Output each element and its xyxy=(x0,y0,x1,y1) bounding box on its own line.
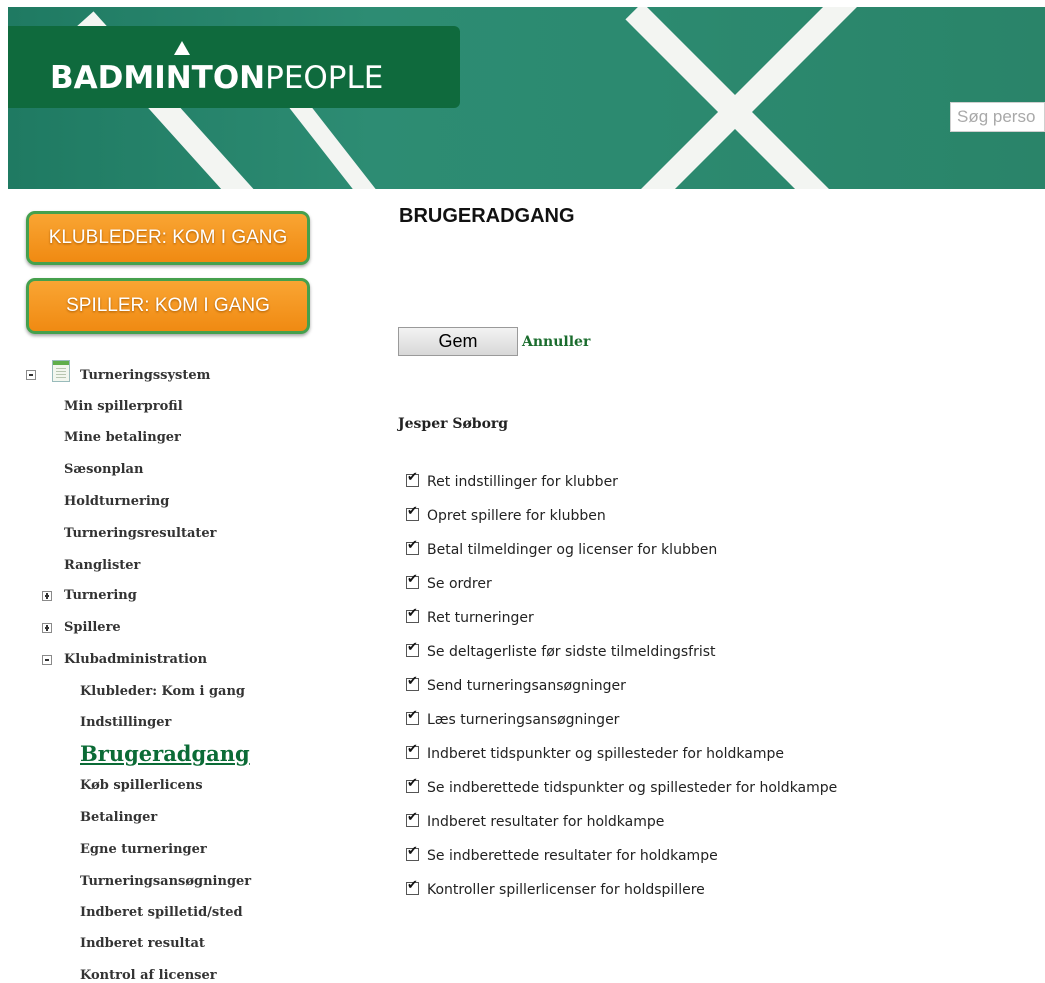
shuttlecock-icon xyxy=(174,41,190,55)
permission-label: Kontroller spillerlicenser for holdspill… xyxy=(427,882,705,898)
sidebar-item-mine-betalinger[interactable]: Mine betalinger xyxy=(64,430,181,445)
permission-row[interactable]: Betal tilmeldinger og licenser for klubb… xyxy=(406,538,717,558)
sidebar-item-min-spillerprofil[interactable]: Min spillerprofil xyxy=(64,399,183,414)
logo-light-text: PEOPLE xyxy=(265,60,384,96)
player-get-started-button[interactable]: SPILLER: KOM I GANG xyxy=(26,278,310,334)
collapse-toggle-icon[interactable] xyxy=(42,655,52,665)
permission-checkbox[interactable] xyxy=(406,742,419,759)
tree-root-turneringssystem[interactable]: Turneringssystem xyxy=(80,368,210,383)
permission-checkbox[interactable] xyxy=(406,640,419,657)
save-button[interactable]: Gem xyxy=(398,327,518,356)
sidebar-item-turneringsresultater[interactable]: Turneringsresultater xyxy=(64,526,217,541)
permission-row[interactable]: Læs turneringsansøgninger xyxy=(406,708,619,728)
sidebar-item-saesonplan[interactable]: Sæsonplan xyxy=(64,462,143,477)
expand-toggle-icon[interactable] xyxy=(42,591,52,601)
sidebar-item-turnering[interactable]: Turnering xyxy=(64,588,137,603)
permission-label: Ret indstillinger for klubber xyxy=(427,474,618,490)
permission-label: Ret turneringer xyxy=(427,610,534,626)
permission-row[interactable]: Kontroller spillerlicenser for holdspill… xyxy=(406,878,705,898)
sidebar-subitem-indberet-resultat[interactable]: Indberet resultat xyxy=(80,936,205,951)
search-input[interactable] xyxy=(950,102,1045,132)
sidebar-item-klubadministration[interactable]: Klubadministration xyxy=(64,652,207,667)
permission-row[interactable]: Ret indstillinger for klubber xyxy=(406,470,618,490)
user-name: Jesper Søborg xyxy=(398,416,509,432)
sidebar-item-spillere[interactable]: Spillere xyxy=(64,620,121,635)
permission-checkbox[interactable] xyxy=(406,674,419,691)
permission-label: Opret spillere for klubben xyxy=(427,508,606,524)
permission-label: Se ordrer xyxy=(427,576,492,592)
permission-checkbox[interactable] xyxy=(406,708,419,725)
permission-label: Betal tilmeldinger og licenser for klubb… xyxy=(427,542,718,558)
permission-checkbox[interactable] xyxy=(406,878,419,895)
sidebar-subitem-klubleder[interactable]: Klubleder: Kom i gang xyxy=(80,684,245,699)
permission-row[interactable]: Indberet resultater for holdkampe xyxy=(406,810,664,830)
sidebar-subitem-egne-turneringer[interactable]: Egne turneringer xyxy=(80,842,207,857)
permission-row[interactable]: Send turneringsansøgninger xyxy=(406,674,626,694)
permission-label: Send turneringsansøgninger xyxy=(427,678,626,694)
sidebar-subitem-indberet-spilletid[interactable]: Indberet spilletid/sted xyxy=(80,905,243,920)
permission-checkbox[interactable] xyxy=(406,776,419,793)
permission-label: Læs turneringsansøgninger xyxy=(427,712,620,728)
permission-row[interactable]: Se ordrer xyxy=(406,572,492,592)
permission-checkbox[interactable] xyxy=(406,844,419,861)
permission-row[interactable]: Opret spillere for klubben xyxy=(406,504,606,524)
sidebar-subitem-indstillinger[interactable]: Indstillinger xyxy=(80,715,171,730)
permission-checkbox[interactable] xyxy=(406,470,419,487)
sidebar-subitem-kontrol-af-licenser[interactable]: Kontrol af licenser xyxy=(80,968,217,983)
sidebar-subitem-kob-spillerlicens[interactable]: Køb spillerlicens xyxy=(80,778,203,793)
permission-checkbox[interactable] xyxy=(406,810,419,827)
permission-row[interactable]: Se deltagerliste før sidste tilmeldingsf… xyxy=(406,640,716,660)
logo-bold-text: BADMINTON xyxy=(50,60,266,96)
sidebar-item-holdturnering[interactable]: Holdturnering xyxy=(64,494,169,509)
permission-label: Indberet tidspunkter og spillesteder for… xyxy=(427,746,784,762)
permission-label: Se indberettede resultater for holdkampe xyxy=(427,848,718,864)
sidebar-subitem-turneringsansogninger[interactable]: Turneringsansøgninger xyxy=(80,874,251,889)
spreadsheet-icon xyxy=(52,360,70,382)
sidebar-subitem-brugeradgang[interactable]: Brugeradgang xyxy=(80,741,250,766)
permission-row[interactable]: Se indberettede resultater for holdkampe xyxy=(406,844,718,864)
permission-label: Se deltagerliste før sidste tilmeldingsf… xyxy=(427,644,716,660)
page-title: BRUGERADGANG xyxy=(399,205,575,227)
sidebar-subitem-betalinger[interactable]: Betalinger xyxy=(80,810,157,825)
permission-checkbox[interactable] xyxy=(406,572,419,589)
sidebar-item-ranglister[interactable]: Ranglister xyxy=(64,558,140,573)
expand-toggle-icon[interactable] xyxy=(42,623,52,633)
permission-row[interactable]: Se indberettede tidspunkter og spilleste… xyxy=(406,776,837,796)
permission-checkbox[interactable] xyxy=(406,538,419,555)
club-leader-get-started-button[interactable]: KLUBLEDER: KOM I GANG xyxy=(26,211,310,265)
permission-label: Se indberettede tidspunkter og spilleste… xyxy=(427,780,838,796)
cancel-link[interactable]: Annuller xyxy=(522,334,590,350)
site-logo[interactable]: BADMINTONPEOPLE xyxy=(50,60,383,96)
collapse-toggle-icon[interactable] xyxy=(26,370,36,380)
permission-label: Indberet resultater for holdkampe xyxy=(427,814,665,830)
permission-row[interactable]: Indberet tidspunkter og spillesteder for… xyxy=(406,742,784,762)
permission-checkbox[interactable] xyxy=(406,606,419,623)
permission-row[interactable]: Ret turneringer xyxy=(406,606,534,626)
permission-checkbox[interactable] xyxy=(406,504,419,521)
